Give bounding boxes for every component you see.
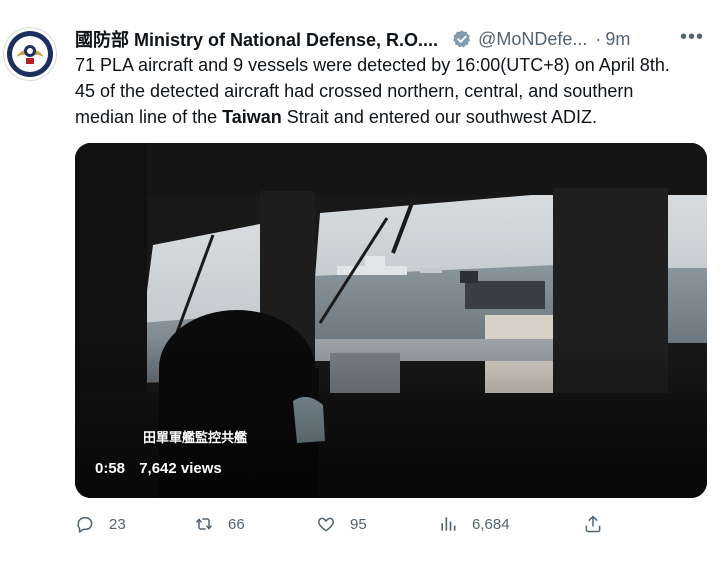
avatar[interactable] <box>3 27 57 81</box>
verified-badge-icon <box>453 30 471 48</box>
author-handle[interactable]: @MoNDefe... <box>478 29 587 50</box>
author-name[interactable]: 國防部 Ministry of National Defense, R.O...… <box>75 26 438 52</box>
retweet-icon <box>195 518 213 530</box>
views-count: 6,684 <box>472 515 510 533</box>
video-views: 7,642 views <box>139 460 222 477</box>
tweet-text: 71 PLA aircraft and 9 vessels were detec… <box>75 52 715 130</box>
retweet-count: 66 <box>228 515 245 533</box>
tweet-header: 國防部 Ministry of National Defense, R.O...… <box>75 26 704 52</box>
tweet-text-line: 45 of the detected aircraft had crossed … <box>75 81 634 101</box>
video-subtitle: 田單軍艦監控共艦 <box>143 430 248 445</box>
share-button[interactable] <box>583 514 617 534</box>
views-chart-icon <box>441 517 456 531</box>
tweet-text-line: 71 PLA aircraft and 9 vessels were detec… <box>75 55 670 75</box>
video-player[interactable]: 田單軍艦監控共艦 0:58 7,642 views <box>75 143 707 498</box>
separator-dot: · <box>595 28 602 49</box>
tweet-text-segment: median line of the <box>75 107 223 127</box>
reply-button[interactable]: 23 <box>75 514 126 534</box>
like-count: 95 <box>350 515 367 533</box>
action-bar: 23 66 95 6,684 <box>75 514 707 540</box>
share-icon <box>585 515 601 533</box>
more-options-icon[interactable]: ••• <box>680 26 704 49</box>
tweet-text-segment: Strait and entered our southwest ADIZ. <box>281 107 597 127</box>
tweet-text-line: median line of the Taiwan Strait and ent… <box>75 104 715 130</box>
reply-icon <box>77 517 93 533</box>
video-meta: 0:58 7,642 views <box>95 460 222 477</box>
views-button[interactable]: 6,684 <box>438 514 510 534</box>
timestamp[interactable]: 9m <box>605 29 630 50</box>
video-duration: 0:58 <box>95 460 126 477</box>
tweet-text-bold: Taiwan <box>222 107 282 127</box>
heart-icon <box>318 517 334 532</box>
reply-count: 23 <box>109 515 126 533</box>
retweet-button[interactable]: 66 <box>194 514 245 534</box>
like-button[interactable]: 95 <box>316 514 367 534</box>
